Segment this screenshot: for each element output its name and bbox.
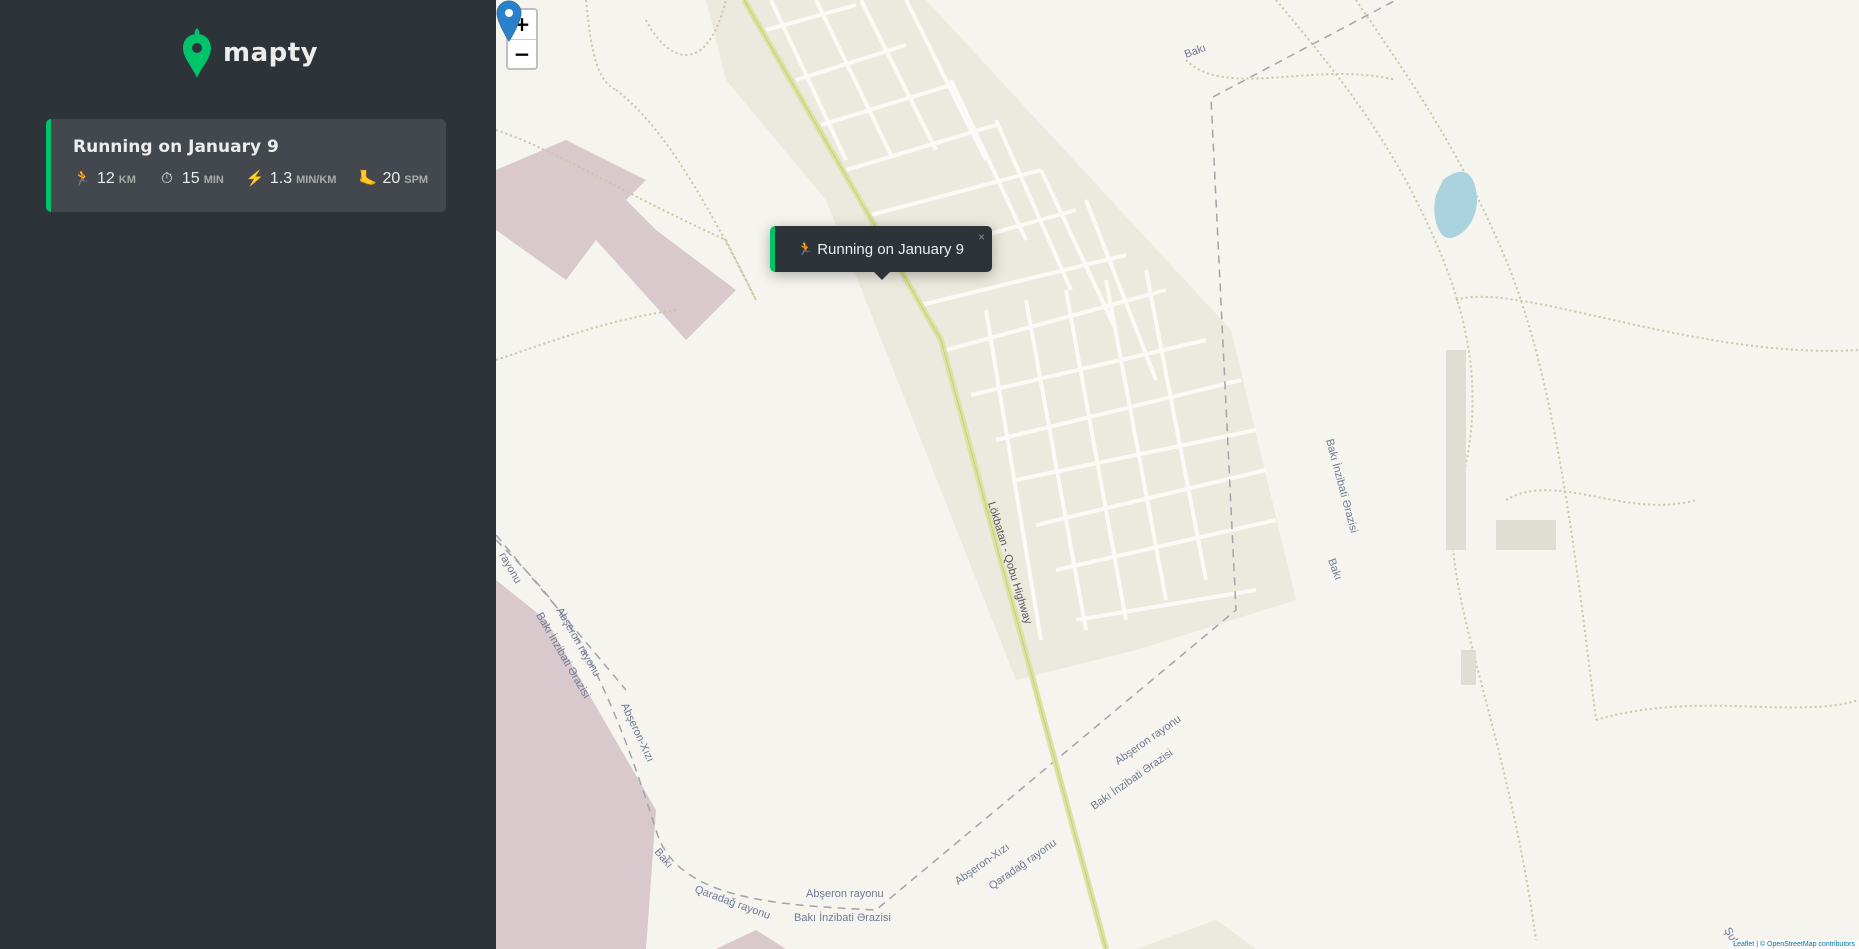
sidebar: mapty Running on January 9 🏃 12 km ⏱ 15 … <box>0 0 496 949</box>
map-label-baki-inzibati-bottom: Bakı İnzibati Ərazisi <box>794 911 891 924</box>
popup-close-button[interactable]: × <box>978 230 985 244</box>
cadence-value: 20 <box>382 170 401 187</box>
popup-icon: 🏃 <box>797 241 814 256</box>
map[interactable]: Bakı Bakı İnzibati Ərazisi Bakı rayonu A… <box>496 0 1859 949</box>
map-marker-icon[interactable] <box>496 0 522 42</box>
map-label-abseron-rayonu-bottom: Abşeron rayonu <box>806 888 884 900</box>
workout-detail-distance: 🏃 12 km <box>73 169 136 188</box>
app-name: mapty <box>223 38 319 68</box>
logo: mapty <box>181 26 318 80</box>
cadence-unit: spm <box>404 174 429 186</box>
zoom-out-button[interactable]: − <box>508 39 536 68</box>
map-tiles[interactable]: Bakı Bakı İnzibati Ərazisi Bakı rayonu A… <box>496 0 1859 949</box>
stopwatch-icon: ⏱ <box>161 169 173 187</box>
runner-icon: 🏃 <box>73 170 92 187</box>
distance-value: 12 <box>97 170 115 187</box>
popup-text: Running on January 9 <box>817 240 964 258</box>
workout-detail-cadence: 🦶 20 spm <box>358 169 428 188</box>
duration-value: 15 <box>181 169 200 187</box>
foot-icon: 🦶 <box>358 170 378 187</box>
pace-unit: min/km <box>296 174 337 186</box>
workout-popup[interactable]: 🏃 Running on January 9 × <box>770 226 992 272</box>
workout-detail-pace: ⚡ 1.3 min/km <box>246 169 337 188</box>
pace-value: 1.3 <box>269 170 293 187</box>
lightning-icon: ⚡ <box>245 170 265 187</box>
map-pin-logo-icon <box>183 28 211 78</box>
duration-unit: min <box>203 173 224 186</box>
workout-detail-duration: ⏱ 15 min <box>158 170 224 188</box>
popup-tip <box>872 270 892 280</box>
map-attribution[interactable]: Leaflet | © OpenStreetMap contributors <box>1729 940 1859 949</box>
workout-details: 🏃 12 km ⏱ 15 min ⚡ 1.3 min/km 🦶 20 spm <box>73 169 446 188</box>
distance-unit: km <box>118 174 136 186</box>
workout-item[interactable]: Running on January 9 🏃 12 km ⏱ 15 min ⚡ … <box>46 119 446 212</box>
workout-title: Running on January 9 <box>73 137 279 157</box>
